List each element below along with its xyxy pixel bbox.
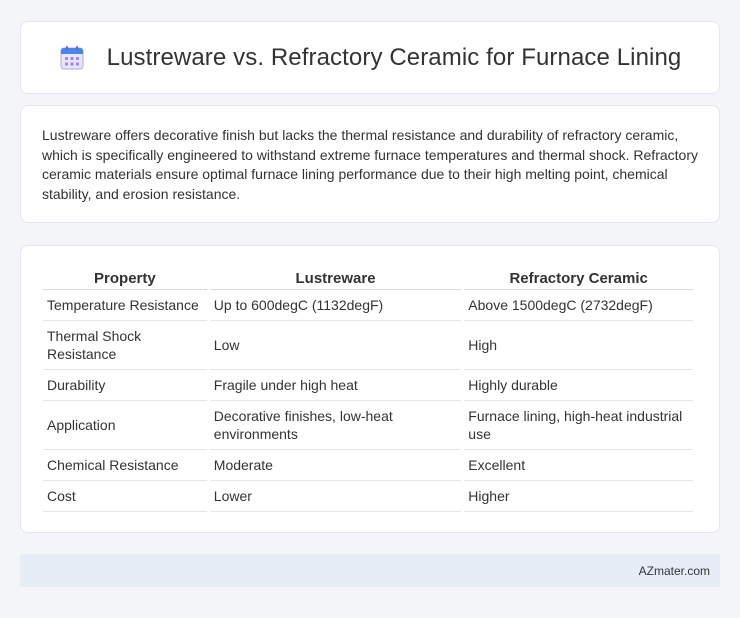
table-cell: Cost	[43, 481, 207, 512]
column-header-lustreware: Lustreware	[209, 264, 462, 290]
footer: AZmater.com	[20, 554, 720, 587]
table-cell: Fragile under high heat	[209, 370, 462, 401]
column-header-property: Property	[43, 264, 207, 290]
calendar-icon	[59, 45, 85, 71]
summary-text: Lustreware offers decorative finish but …	[42, 127, 698, 202]
title-card: Lustreware vs. Refractory Ceramic for Fu…	[20, 21, 720, 94]
table-row: Thermal Shock Resistance Low High	[43, 321, 693, 370]
table-cell: Lower	[209, 481, 462, 512]
table-row: Cost Lower Higher	[43, 481, 693, 512]
table-row: Chemical Resistance Moderate Excellent	[43, 450, 693, 481]
table-cell: Low	[209, 321, 462, 370]
table-cell: Moderate	[209, 450, 462, 481]
table-row: Temperature Resistance Up to 600degC (11…	[43, 290, 693, 321]
summary-card: Lustreware offers decorative finish but …	[20, 105, 720, 223]
column-header-refractory-ceramic: Refractory Ceramic	[464, 264, 693, 290]
table-cell: Furnace lining, high-heat industrial use	[464, 401, 693, 450]
table-row: Application Decorative finishes, low-hea…	[43, 401, 693, 450]
title-wrap: Lustreware vs. Refractory Ceramic for Fu…	[59, 44, 682, 72]
table-header-row: Property Lustreware Refractory Ceramic	[43, 264, 693, 290]
table-cell: Chemical Resistance	[43, 450, 207, 481]
table-cell: Up to 600degC (1132degF)	[209, 290, 462, 321]
table-cell: Application	[43, 401, 207, 450]
table-cell: Durability	[43, 370, 207, 401]
table-cell: Temperature Resistance	[43, 290, 207, 321]
table-cell: Higher	[464, 481, 693, 512]
table-cell: Excellent	[464, 450, 693, 481]
comparison-table: Property Lustreware Refractory Ceramic T…	[40, 264, 696, 512]
table-cell: Thermal Shock Resistance	[43, 321, 207, 370]
page-title: Lustreware vs. Refractory Ceramic for Fu…	[106, 43, 682, 71]
table-cell: Above 1500degC (2732degF)	[464, 290, 693, 321]
table-cell: Highly durable	[464, 370, 693, 401]
comparison-table-card: Property Lustreware Refractory Ceramic T…	[20, 245, 720, 533]
table-cell: High	[464, 321, 693, 370]
footer-site-link[interactable]: AZmater.com	[639, 564, 710, 578]
table-row: Durability Fragile under high heat Highl…	[43, 370, 693, 401]
table-cell: Decorative finishes, low-heat environmen…	[209, 401, 462, 450]
